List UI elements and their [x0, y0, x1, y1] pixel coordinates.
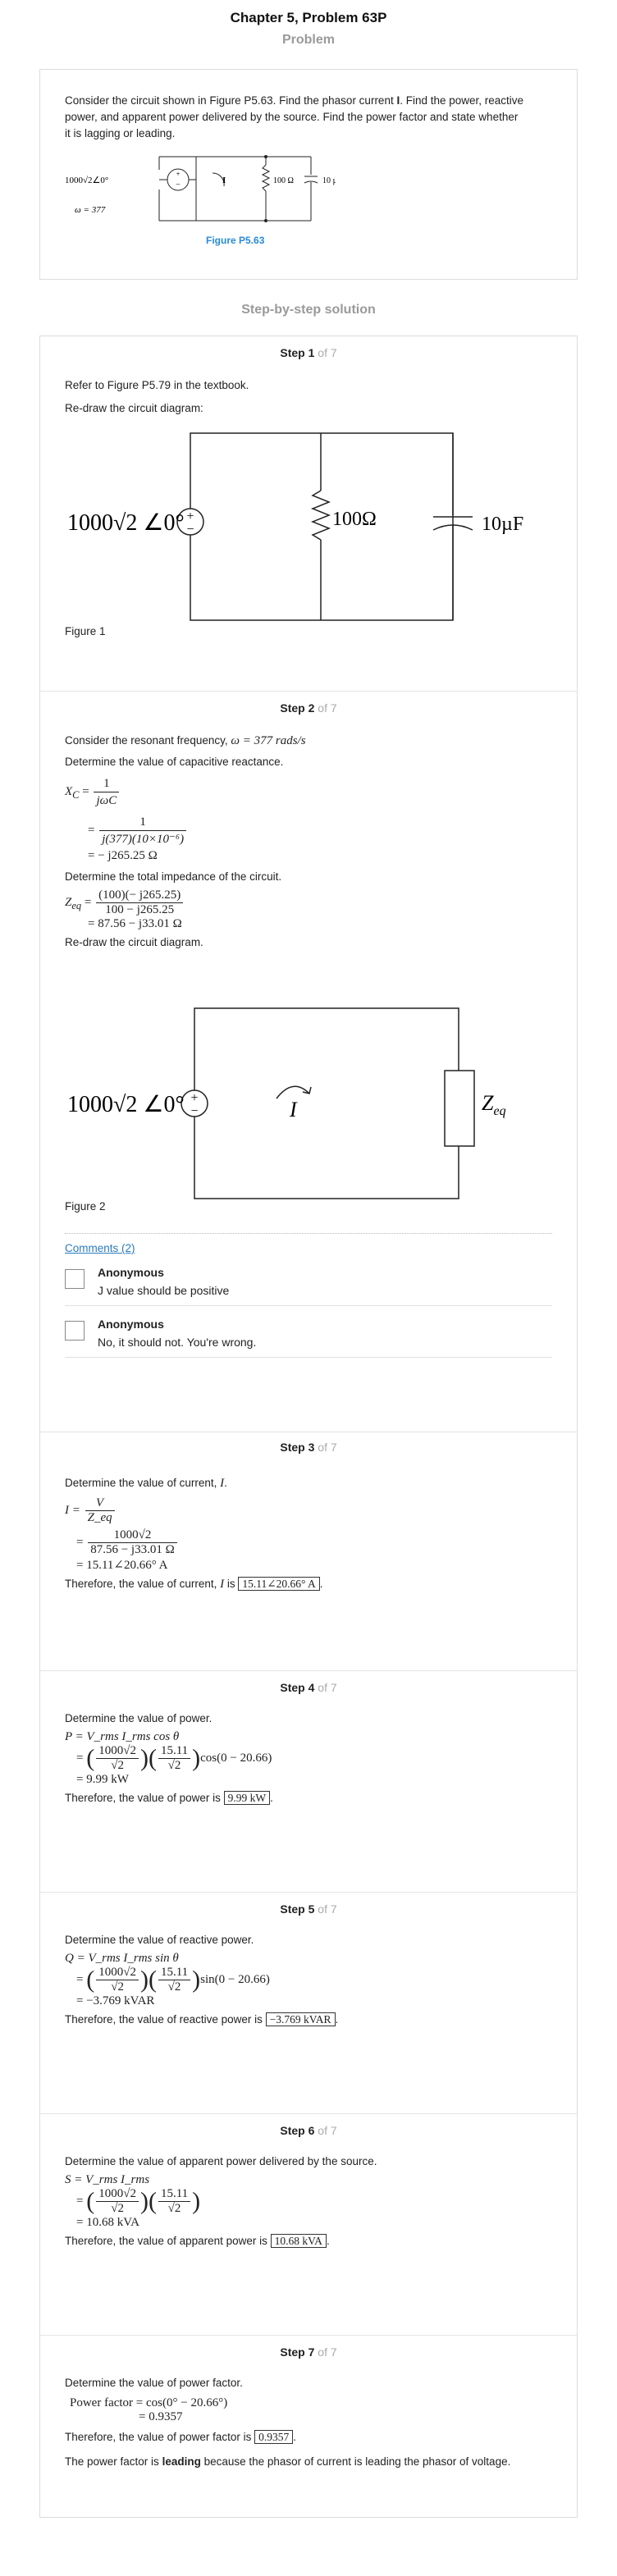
step-3-conclusion: Therefore, the value of current, I is 15… [65, 1577, 323, 1591]
step-2-zeq-label: Zeq [482, 1091, 506, 1118]
step-4-text-1: Determine the value of power. [65, 1712, 213, 1724]
svg-text:+: + [186, 509, 194, 523]
answer-box: 0.9357 [254, 2430, 294, 2444]
solution-heading: Step-by-step solution [241, 303, 376, 317]
step-7-conclusion: Therefore, the value of power factor is … [65, 2430, 297, 2444]
step-5-eq: Q = V_rms I_rms sin θ = (1000√2 √2)(15.11… [65, 1952, 270, 2007]
svg-text:+: + [176, 170, 180, 178]
step-7: Step 7 of 7 Determine the value of power… [40, 2335, 577, 2517]
fig-current-label: I [222, 176, 226, 185]
answer-box: −3.769 kVAR [265, 2012, 336, 2026]
step-2-xc-eq: XC = 1 jωC = 1 j(377)(10×10⁻⁶) = − j265.25… [65, 775, 552, 864]
step-7-text-1: Determine the value of power factor. [65, 2377, 243, 2389]
step-2-text-3: Determine the total impedance of the cir… [65, 870, 282, 883]
step-2-src-label: 1000√2 ∠0° [67, 1092, 185, 1117]
step-7-eq: Power factor = cos(0° − 20.66°) = 0.9357 [70, 2396, 228, 2423]
step-5-text-1: Determine the value of reactive power. [65, 1934, 254, 1946]
step-2-heading: Step 2 of 7 [280, 701, 337, 715]
step-4-conclusion: Therefore, the value of power is 9.99 kW… [65, 1791, 273, 1805]
step-2-circuit: + − 1000√2 ∠0° I Zeq [67, 1007, 506, 1199]
step-2: Step 2 of 7 Consider the resonant freque… [40, 691, 577, 1432]
step-3-eq: I = V Z_eq = 1000√2 87.56 − j33.01 Ω = 15.… [65, 1496, 552, 1573]
fig-source-label: 1000√2∠0° [65, 176, 108, 185]
comment-text: No, it should not. You're wrong. [98, 1336, 257, 1349]
answer-box: 9.99 kW [223, 1791, 271, 1805]
step-6-text-1: Determine the value of apparent power de… [65, 2155, 377, 2167]
fig-cap-label: 10 µF [322, 176, 336, 185]
problem-card: Consider the circuit shown in Figure P5.… [39, 69, 578, 280]
svg-text:−: − [186, 523, 194, 537]
svg-text:+: + [190, 1091, 198, 1105]
step-1-src-label: 1000√2 ∠0° [67, 510, 185, 536]
step-3-text-1: Determine the value of current, I. [65, 1477, 227, 1490]
svg-text:−: − [190, 1104, 198, 1118]
step-1-figure-label: Figure 1 [65, 625, 106, 637]
svg-text:−: − [176, 180, 181, 190]
problem-figure: + − 1000√2∠0° ω = 377 I 100 Ω 10 µF Figu… [65, 155, 336, 246]
comment-author: Anonymous [98, 1318, 164, 1331]
step-3-heading: Step 3 of 7 [280, 1441, 337, 1454]
comment-1: Anonymous J value should be positive [65, 1254, 552, 1306]
problem-text: Consider the circuit shown in Figure P5.… [65, 94, 524, 139]
fig-res-label: 100 Ω [273, 176, 294, 185]
fig-omega-label: ω = 377 [75, 205, 106, 215]
step-5-heading: Step 5 of 7 [280, 1902, 337, 1916]
step-2-text-4: Re-draw the circuit diagram. [65, 936, 203, 948]
step-4-eq: P = V_rms I_rms cos θ = (1000√2 √2)(15.11… [65, 1730, 272, 1786]
comment-author: Anonymous [98, 1266, 164, 1279]
page-title: Chapter 5, Problem 63P [230, 10, 387, 25]
answer-box: 10.68 kVA [270, 2234, 327, 2248]
step-6-heading: Step 6 of 7 [280, 2124, 337, 2137]
step-7-final: The power factor is leading because the … [65, 2455, 511, 2468]
step-1-text-2: Re-draw the circuit diagram: [65, 402, 203, 414]
step-5: Step 5 of 7 Determine the value of react… [40, 1892, 577, 2113]
answer-box: 15.11∠20.66° A [238, 1577, 320, 1591]
step-2-zeq-eq: Zeq = (100)(− j265.25) 100 − j265.25 = 87… [65, 888, 184, 930]
step-2-current-label: I [289, 1098, 298, 1121]
comment-2: Anonymous No, it should not. You're wrong… [65, 1306, 552, 1358]
step-1: Step 1 of 7 Refer to Figure P5.79 in the… [40, 336, 577, 691]
step-6: Step 6 of 7 Determine the value of appar… [40, 2113, 577, 2335]
problem-heading: Problem [281, 33, 335, 47]
step-1-cap-label: 10µF [482, 514, 523, 535]
avatar [65, 1321, 85, 1341]
comments-link[interactable]: Comments (2) [65, 1242, 135, 1254]
step-2-figure-label: Figure 2 [65, 1200, 106, 1213]
step-7-heading: Step 7 of 7 [280, 2345, 337, 2359]
step-6-conclusion: Therefore, the value of apparent power i… [65, 2234, 330, 2248]
step-4-heading: Step 4 of 7 [280, 1681, 337, 1694]
step-1-res-label: 100Ω [332, 509, 377, 530]
step-3: Step 3 of 7 Determine the value of curre… [40, 1432, 577, 1670]
comment-text: J value should be positive [98, 1284, 230, 1297]
step-2-text-1: Consider the resonant frequency, ω = 377… [65, 734, 306, 747]
avatar [65, 1269, 85, 1289]
step-6-eq: S = V_rms I_rms = (1000√2 √2)(15.11 √2) = … [65, 2173, 201, 2229]
step-5-conclusion: Therefore, the value of reactive power i… [65, 2012, 339, 2026]
step-2-text-2: Determine the value of capacitive reacta… [65, 756, 284, 768]
figure-caption: Figure P5.63 [206, 235, 265, 246]
steps-card: Step 1 of 7 Refer to Figure P5.79 in the… [39, 336, 578, 2518]
step-4: Step 4 of 7 Determine the value of power… [40, 1670, 577, 1892]
step-1-text-1: Refer to Figure P5.79 in the textbook. [65, 379, 249, 391]
step-1-heading: Step 1 of 7 [280, 346, 337, 359]
step-1-circuit: + − 1000√2 ∠0° 100Ω 10µF [67, 432, 523, 621]
